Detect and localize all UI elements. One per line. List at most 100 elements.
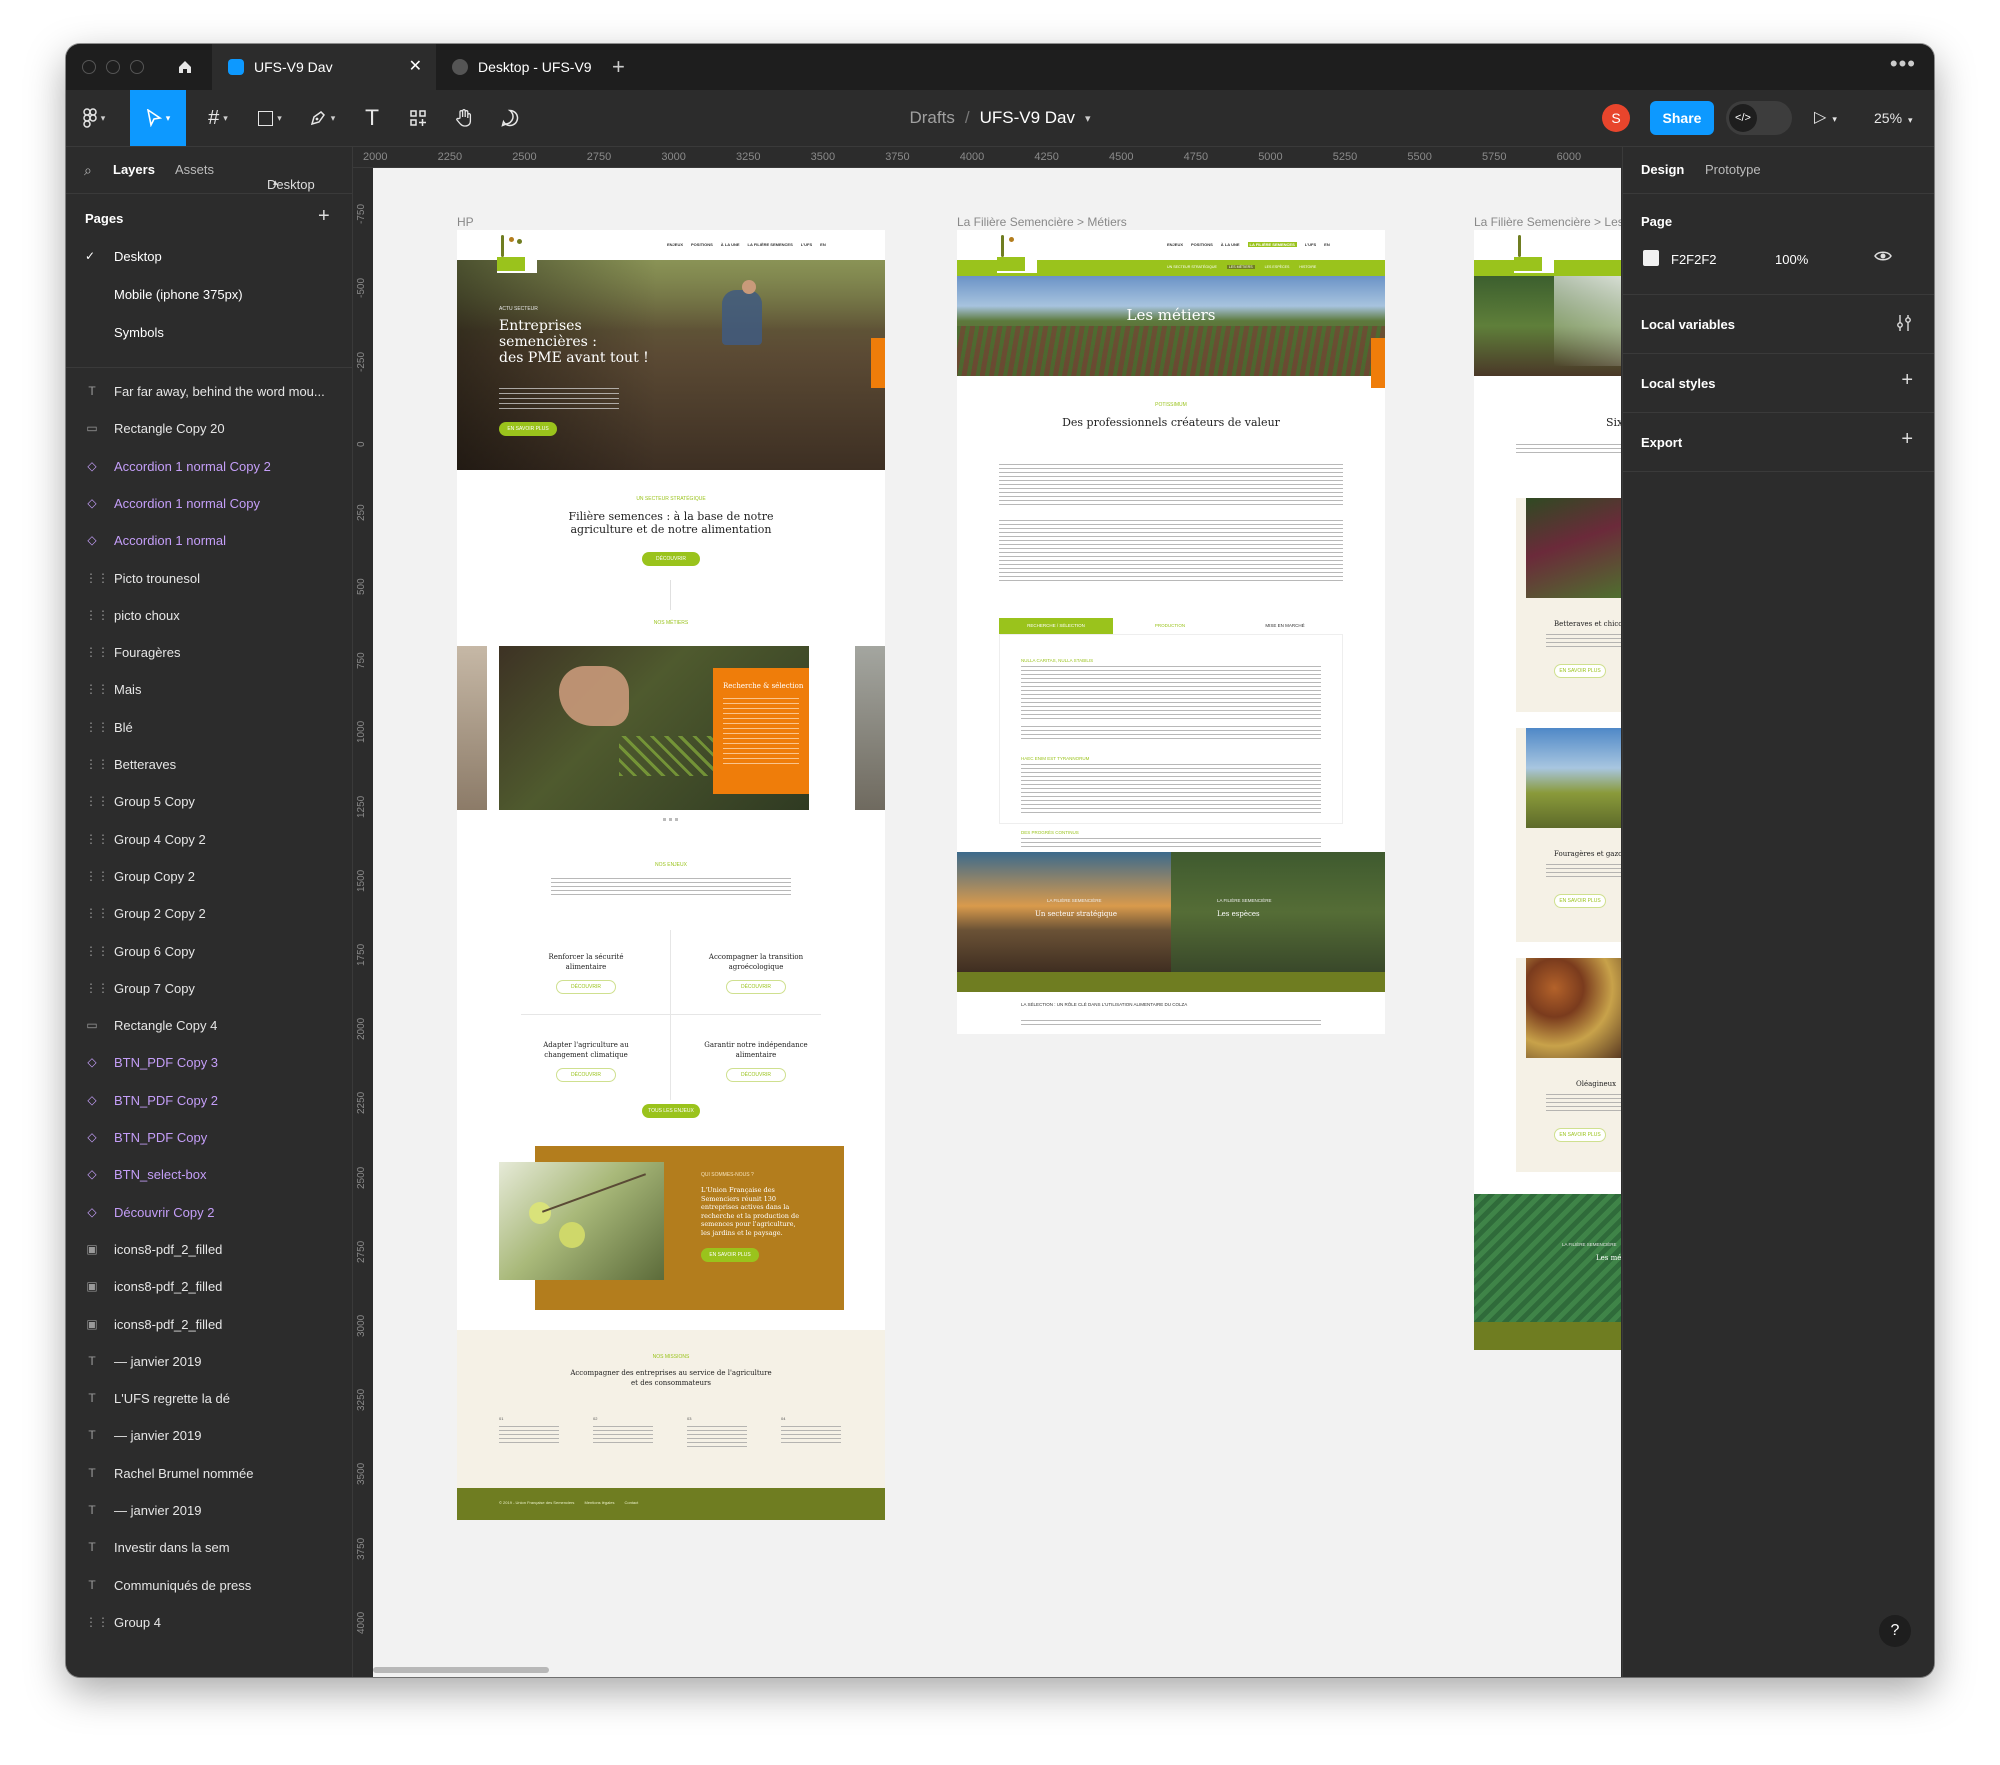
nav-item[interactable]: EN [1324, 242, 1330, 247]
frame-hp[interactable]: ENJEUX POSITIONS À LA UNE LA FILIÈRE SEMENC… [457, 230, 885, 1520]
export-section[interactable]: Export + [1623, 413, 1934, 472]
background-hex-input[interactable]: F2F2F2 [1671, 252, 1717, 267]
footer-link[interactable]: Contact [624, 1500, 638, 1505]
new-tab-plus-icon[interactable]: + [612, 44, 625, 90]
chevron-down-icon[interactable]: ▾ [1085, 112, 1091, 125]
layer-row[interactable]: ⋮⋮ Group 2 Copy 2 [66, 895, 352, 933]
layer-row[interactable]: ⋮⋮ picto choux [66, 597, 352, 635]
subnav-item-active[interactable]: LES MÉTIERS [1226, 265, 1255, 269]
local-styles-section[interactable]: Local styles + [1623, 354, 1934, 413]
layer-row[interactable]: T Rachel Brumel nommée [66, 1455, 352, 1493]
tab-design[interactable]: Design [1641, 162, 1684, 177]
frame-title-metiers[interactable]: La Filière Semencière > Métiers [957, 215, 1127, 229]
layer-row[interactable]: T — janvier 2019 [66, 1343, 352, 1381]
secteur-cta-button[interactable]: DÉCOUVRIR [642, 552, 700, 566]
breadcrumb-file-name[interactable]: UFS-V9 Dav [980, 108, 1075, 128]
layer-row[interactable]: T L'UFS regrette la dé [66, 1380, 352, 1418]
enjeu-discover-button[interactable]: DÉCOUVRIR [556, 1068, 616, 1082]
layer-row[interactable]: ▭ Rectangle Copy 4 [66, 1007, 352, 1045]
home-icon[interactable] [168, 44, 202, 90]
layer-row[interactable]: T — janvier 2019 [66, 1492, 352, 1530]
frame-title-especes[interactable]: La Filière Semencière > Les [1474, 215, 1621, 229]
search-icon[interactable]: ⌕ [84, 162, 92, 179]
layer-row[interactable]: ⋮⋮ Picto trounesol [66, 560, 352, 598]
frame-title-hp[interactable]: HP [457, 215, 474, 229]
add-export-plus-icon[interactable]: + [1901, 428, 1913, 451]
nav-item[interactable]: À LA UNE [1221, 242, 1240, 247]
layer-row[interactable]: T Far far away, behind the word mou... [66, 373, 352, 411]
add-page-plus-icon[interactable]: + [318, 205, 330, 228]
enjeu-discover-button[interactable]: DÉCOUVRIR [726, 980, 786, 994]
help-button[interactable]: ? [1879, 1615, 1911, 1647]
subnav-item[interactable]: HISTOIRE [1299, 265, 1316, 269]
side-social-tabs[interactable] [871, 338, 885, 388]
layer-row[interactable]: ◇ BTN_select-box [66, 1156, 352, 1194]
background-color-swatch[interactable] [1643, 250, 1659, 266]
background-opacity-input[interactable]: 100% [1775, 252, 1808, 267]
local-variables-section[interactable]: Local variables [1623, 295, 1934, 354]
breadcrumb-drafts[interactable]: Drafts [909, 108, 954, 128]
layer-row[interactable]: ⋮⋮ Group 6 Copy [66, 933, 352, 971]
layer-row[interactable]: T Communiqués de press [66, 1567, 352, 1605]
tab-assets[interactable]: Assets [175, 162, 214, 177]
layer-row[interactable]: ⋮⋮ Group Copy 2 [66, 858, 352, 896]
layer-row[interactable]: ◇ Découvrir Copy 2 [66, 1194, 352, 1232]
metiers-card[interactable]: Recherche & sélection [713, 668, 809, 794]
accordion-heading[interactable]: NULLA CARITAS, NULLA STABILIS [1021, 658, 1093, 663]
page-item-desktop[interactable]: Desktop [114, 249, 162, 264]
layer-row[interactable]: ⋮⋮ Betteraves [66, 746, 352, 784]
footer-link[interactable]: © 2019 - Union Française des Semenciers [499, 1500, 574, 1505]
layer-row[interactable]: ⋮⋮ Mais [66, 671, 352, 709]
nav-item[interactable]: À LA UNE [721, 242, 740, 247]
carousel-dots[interactable] [663, 818, 679, 821]
present-button[interactable]: ▷ ▾ [1814, 90, 1837, 146]
dev-mode-toggle[interactable]: </> [1726, 101, 1792, 135]
layer-row[interactable]: ◇ Accordion 1 normal [66, 522, 352, 560]
layer-row[interactable]: ⋮⋮ Group 5 Copy [66, 783, 352, 821]
more-menu-icon[interactable]: ••• [1890, 44, 1916, 84]
carousel-next-slide[interactable] [855, 646, 885, 810]
add-style-plus-icon[interactable]: + [1901, 369, 1913, 392]
layer-row[interactable]: ▣ icons8-pdf_2_filled [66, 1268, 352, 1306]
nav-item[interactable]: L'UFS [1305, 242, 1316, 247]
qui-cta-button[interactable]: EN SAVOIR PLUS [701, 1248, 759, 1262]
layer-row[interactable]: ⋮⋮ Blé [66, 709, 352, 747]
layer-row[interactable]: ⋮⋮ Fouragères [66, 634, 352, 672]
accordion-heading[interactable]: DES PROGRÈS CONTINUS [1021, 830, 1079, 835]
layer-row[interactable]: ⋮⋮ Group 7 Copy [66, 970, 352, 1008]
layer-row[interactable]: T Investir dans la sem [66, 1529, 352, 1567]
tab-prototype[interactable]: Desktop - UFS-V9 Dav [436, 44, 612, 121]
subnav-item[interactable]: UN SECTEUR STRATÉGIQUE [1167, 265, 1217, 269]
page-item-symbols[interactable]: Symbols [114, 325, 164, 340]
layer-row[interactable]: ▣ icons8-pdf_2_filled [66, 1231, 352, 1269]
espece-card-button[interactable]: EN SAVOIR PLUS [1554, 664, 1606, 678]
hero-cta-button[interactable]: EN SAVOIR PLUS [499, 422, 557, 436]
espece-card-button[interactable]: EN SAVOIR PLUS [1554, 894, 1606, 908]
nav-item[interactable]: ENJEUX [667, 242, 683, 247]
tab-recherche[interactable]: RECHERCHE / SÉLECTION [999, 618, 1113, 634]
window-minimize-dot[interactable] [106, 60, 120, 74]
window-close-dot[interactable] [82, 60, 96, 74]
nav-item[interactable]: POSITIONS [1191, 242, 1213, 247]
tab-prototype[interactable]: Prototype [1705, 162, 1761, 177]
canvas[interactable]: HP La Filière Semencière > Métiers La Fi… [373, 168, 1621, 1677]
zoom-dropdown[interactable]: 25% ▾ [1874, 90, 1913, 146]
sliders-icon[interactable] [1895, 313, 1913, 338]
layer-row[interactable]: ◇ BTN_PDF Copy 3 [66, 1044, 352, 1082]
nav-item[interactable]: L'UFS [801, 242, 812, 247]
all-enjeux-button[interactable]: TOUS LES ENJEUX [642, 1104, 700, 1118]
tab-mise-en-marche[interactable]: MISE EN MARCHÉ [1227, 618, 1343, 634]
tab-file[interactable]: UFS-V9 Dav ✕ [212, 44, 436, 90]
accordion-heading[interactable]: HAEC ENIM EST TYRANNORUM [1021, 756, 1089, 761]
layer-row[interactable]: T — janvier 2019 [66, 1417, 352, 1455]
nav-item[interactable]: POSITIONS [691, 242, 713, 247]
nav-item[interactable]: EN [820, 242, 826, 247]
footer-link[interactable]: Mentions légales [584, 1500, 614, 1505]
subnav-item[interactable]: LES ESPÈCES [1265, 265, 1290, 269]
page-item-mobile[interactable]: Mobile (iphone 375px) [114, 287, 243, 302]
frame-especes[interactable]: Six Betteraves et chicorées EN SAVOIR PL… [1474, 230, 1621, 1350]
enjeu-discover-button[interactable]: DÉCOUVRIR [556, 980, 616, 994]
nav-item[interactable]: LA FILIÈRE SEMENCES [748, 242, 793, 247]
layer-row[interactable]: ◇ Accordion 1 normal Copy [66, 485, 352, 523]
horizontal-scrollbar[interactable] [373, 1667, 549, 1673]
